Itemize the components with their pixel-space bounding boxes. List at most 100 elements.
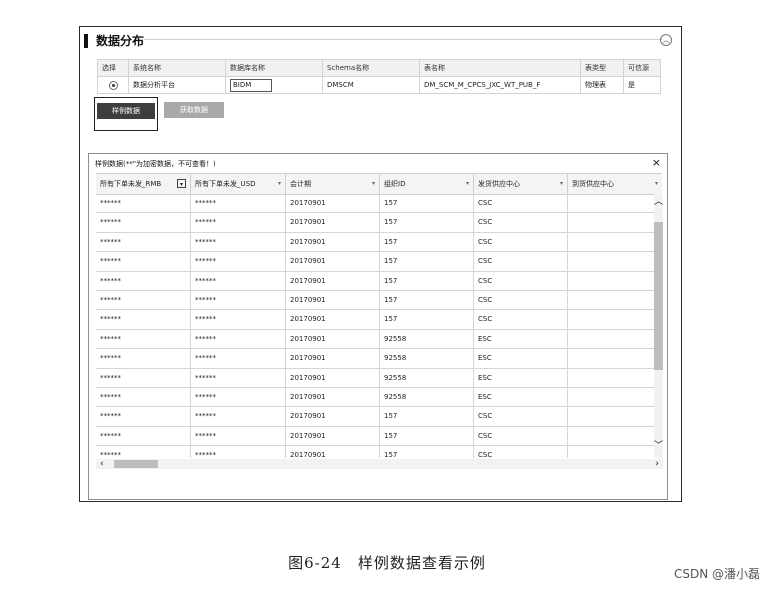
- table-row[interactable]: ****** ****** 20170901 157 CSC: [96, 310, 654, 330]
- metadata-header-row: 选择 系统名称 数据库名称 Schema名称 表名称 表类型 可信源: [97, 59, 661, 77]
- fetch-data-button[interactable]: 获取数据: [164, 102, 224, 118]
- section-title: 数据分布: [96, 34, 145, 48]
- table-cell: ******: [191, 213, 286, 232]
- table-cell: ******: [191, 387, 286, 407]
- table-cell: ******: [96, 407, 191, 426]
- table-cell: ******: [96, 446, 191, 458]
- chevron-down-icon[interactable]: ▾: [278, 174, 281, 194]
- table-cell: ******: [191, 310, 286, 329]
- table-cell: ESC: [474, 387, 568, 407]
- table-cell: [568, 213, 654, 231]
- table-cell: CSC: [474, 252, 568, 271]
- db-name-input[interactable]: BIDM: [230, 78, 272, 92]
- table-cell: [568, 194, 654, 212]
- table-cell: ******: [191, 446, 286, 458]
- table-row[interactable]: ****** ****** 20170901 92558 ESC: [96, 329, 654, 350]
- horizontal-scroll-thumb[interactable]: [114, 460, 158, 468]
- table-cell: ******: [191, 407, 286, 426]
- grid-col-rmb[interactable]: 所有下单未发_RMB ▾: [96, 174, 191, 194]
- filter-dropdown-icon[interactable]: ▾: [177, 179, 186, 188]
- table-cell: 157: [380, 271, 474, 290]
- table-cell: ******: [96, 349, 191, 368]
- figure-caption: 图6-24 样例数据查看示例: [288, 554, 486, 572]
- chevron-right-icon[interactable]: ›: [655, 459, 659, 469]
- table-cell: 157: [380, 232, 474, 252]
- grid-col-usd[interactable]: 所有下单未发_USD ▾: [191, 174, 286, 194]
- table-cell: ******: [96, 271, 191, 290]
- table-cell: [568, 407, 654, 425]
- table-cell: 20170901: [286, 407, 380, 426]
- grid-col-label: 发货供应中心: [478, 180, 520, 188]
- table-row[interactable]: ****** ****** 20170901 157 CSC: [96, 271, 654, 291]
- col-table-name: 表名称: [419, 59, 581, 77]
- table-cell: 157: [380, 446, 474, 458]
- col-table-type: 表类型: [580, 59, 624, 77]
- table-row[interactable]: ****** ****** 20170901 157 CSC: [96, 232, 654, 253]
- table-cell: [568, 349, 654, 367]
- chevron-up-icon[interactable]: ︿: [654, 198, 663, 207]
- table-cell: ******: [96, 329, 191, 349]
- table-cell: 20170901: [286, 290, 380, 310]
- table-cell: ******: [191, 290, 286, 310]
- table-cell: ESC: [474, 329, 568, 349]
- table-cell: [568, 233, 654, 251]
- col-schema-name: Schema名称: [322, 59, 420, 77]
- chevron-left-icon[interactable]: ‹: [100, 459, 104, 469]
- system-name-cell: 数据分析平台: [128, 76, 226, 94]
- table-cell: [568, 291, 654, 309]
- table-row[interactable]: ****** ****** 20170901 92558 ESC: [96, 387, 654, 408]
- table-cell: CSC: [474, 213, 568, 232]
- metadata-row: 数据分析平台 BIDM DMSCM DM_SCM_M_CPCS_JXC_WT_P…: [97, 76, 661, 94]
- table-row[interactable]: ****** ****** 20170901 157 CSC: [96, 194, 654, 214]
- table-cell: ******: [191, 194, 286, 213]
- table-row[interactable]: ****** ****** 20170901 157 CSC: [96, 446, 654, 458]
- table-cell: ESC: [474, 368, 568, 387]
- table-cell: 157: [380, 252, 474, 271]
- table-cell: ******: [191, 368, 286, 387]
- table-cell: 92558: [380, 368, 474, 387]
- grid-col-label: 到货供应中心: [572, 180, 614, 188]
- table-cell: [568, 330, 654, 348]
- table-row[interactable]: ****** ****** 20170901 157 CSC: [96, 407, 654, 427]
- select-radio[interactable]: [108, 80, 118, 90]
- table-cell: 157: [380, 310, 474, 329]
- table-cell: ******: [191, 271, 286, 290]
- table-row[interactable]: ****** ****** 20170901 157 CSC: [96, 252, 654, 272]
- table-row[interactable]: ****** ****** 20170901 92558 ESC: [96, 368, 654, 388]
- chevron-down-icon[interactable]: ▾: [655, 174, 658, 194]
- vertical-scrollbar[interactable]: ︿ ﹀: [654, 194, 663, 458]
- table-cell: ******: [191, 426, 286, 446]
- collapse-icon[interactable]: ︿: [660, 34, 672, 46]
- table-row[interactable]: ****** ****** 20170901 157 CSC: [96, 213, 654, 233]
- sample-data-dialog: 样例数据(**"为加密数据，不可查看！) × 所有下单未发_RMB ▾ 所有下单…: [88, 153, 668, 500]
- table-cell: CSC: [474, 446, 568, 458]
- chevron-down-icon[interactable]: ▾: [466, 174, 469, 194]
- chevron-down-icon[interactable]: ﹀: [654, 442, 663, 451]
- table-cell: ******: [96, 387, 191, 407]
- table-row[interactable]: ****** ****** 20170901 157 CSC: [96, 426, 654, 447]
- table-cell: CSC: [474, 232, 568, 252]
- sample-data-button[interactable]: 样例数据: [97, 103, 155, 119]
- table-row[interactable]: ****** ****** 20170901 92558 ESC: [96, 349, 654, 369]
- close-icon[interactable]: ×: [652, 156, 661, 169]
- table-row[interactable]: ****** ****** 20170901 157 CSC: [96, 290, 654, 311]
- grid-col-ship-center[interactable]: 发货供应中心 ▾: [474, 174, 568, 194]
- vertical-scroll-thumb[interactable]: [654, 222, 663, 370]
- table-cell: ******: [96, 213, 191, 232]
- table-cell: ******: [96, 232, 191, 252]
- table-cell: ******: [96, 426, 191, 446]
- chevron-down-icon[interactable]: ▾: [560, 174, 563, 194]
- col-db-name: 数据库名称: [225, 59, 323, 77]
- table-cell: CSC: [474, 426, 568, 446]
- horizontal-scrollbar[interactable]: ‹ ›: [96, 459, 663, 469]
- table-cell: ******: [191, 329, 286, 349]
- grid-col-arrival-center[interactable]: 到货供应中心 ▾: [568, 174, 662, 194]
- select-cell: [97, 76, 129, 94]
- table-cell: ESC: [474, 349, 568, 368]
- grid-col-period[interactable]: 会计期 ▾: [286, 174, 380, 194]
- grid-col-org-id[interactable]: 组织ID ▾: [380, 174, 474, 194]
- table-name-cell: DM_SCM_M_CPCS_JXC_WT_PUB_F: [419, 76, 581, 94]
- chevron-down-icon[interactable]: ▾: [372, 174, 375, 194]
- table-cell: CSC: [474, 290, 568, 310]
- table-cell: 157: [380, 407, 474, 426]
